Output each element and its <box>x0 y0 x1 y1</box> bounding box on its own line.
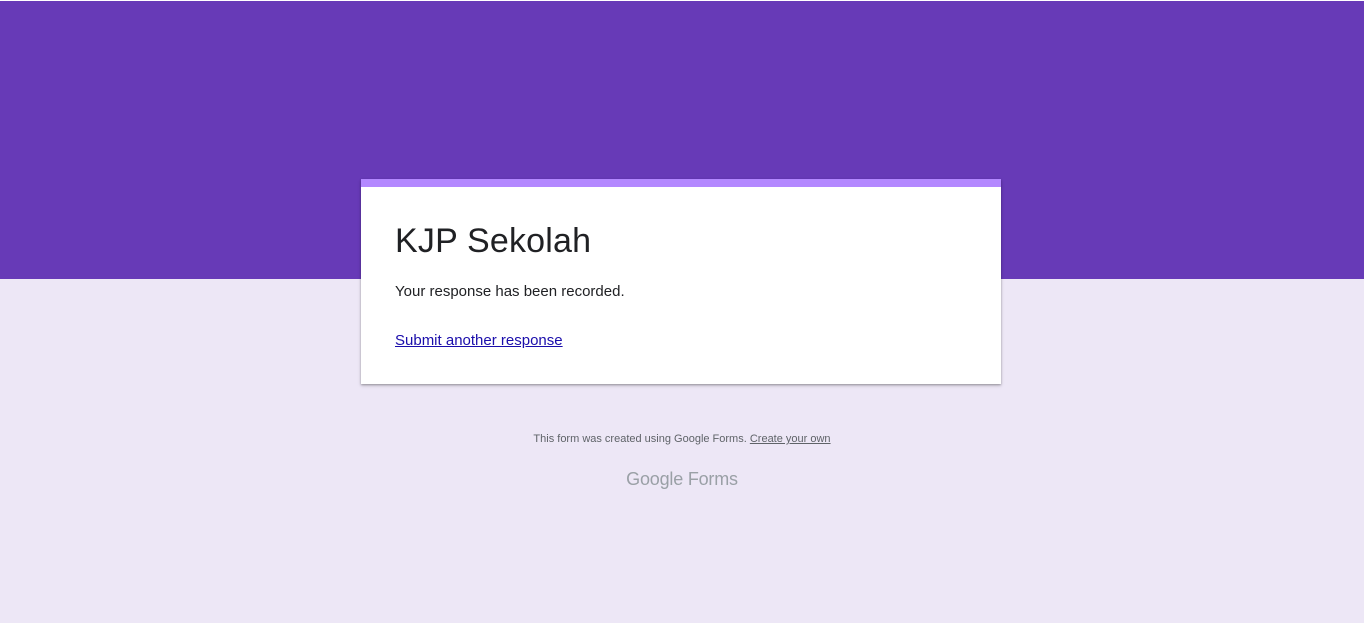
footer-notice: This form was created using Google Forms… <box>0 431 1364 447</box>
google-forms-logo[interactable]: Google Forms <box>0 467 1364 491</box>
card-accent-bar <box>361 179 1001 187</box>
confirmation-message: Your response has been recorded. <box>395 283 625 300</box>
google-wordmark: Google <box>626 469 684 489</box>
confirmation-card: KJP Sekolah Your response has been recor… <box>361 179 1001 384</box>
footer-notice-text: This form was created using Google Forms… <box>533 433 747 445</box>
form-title: KJP Sekolah <box>395 222 592 260</box>
forms-wordmark: Forms <box>687 469 738 489</box>
create-your-own-link[interactable]: Create your own <box>750 433 831 445</box>
submit-another-response-link[interactable]: Submit another response <box>395 331 563 351</box>
